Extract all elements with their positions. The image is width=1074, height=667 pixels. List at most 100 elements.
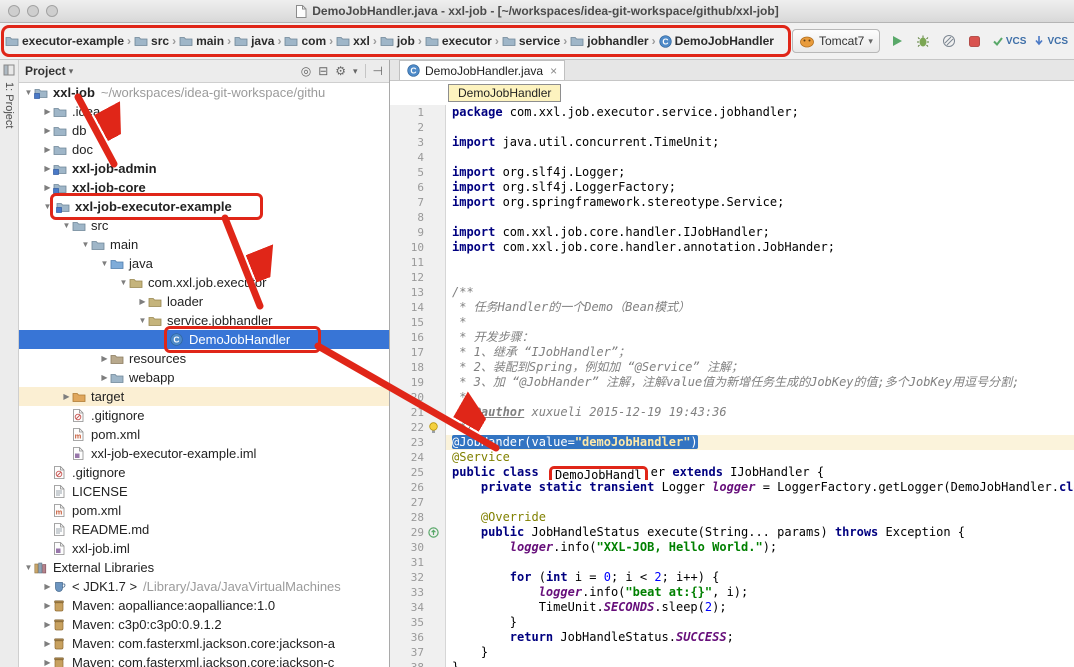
gutter-cell[interactable]: 37 [390,645,446,660]
code-line[interactable]: 12 [390,270,1074,285]
tree-item-pom-xml[interactable]: mpom.xml [19,425,389,444]
code-line[interactable]: 27 [390,495,1074,510]
gutter-cell[interactable]: 9 [390,225,446,240]
line-number[interactable]: 25 [390,465,424,480]
tree-item-maven-aopalliance-aopalliance-1-0[interactable]: ▶Maven: aopalliance:aopalliance:1.0 [19,596,389,615]
code-line[interactable]: 3import java.util.concurrent.TimeUnit; [390,135,1074,150]
gutter-cell[interactable]: 32 [390,570,446,585]
panel-title[interactable]: Project [25,64,66,78]
line-number[interactable]: 33 [390,585,424,600]
expand-arrow-icon[interactable]: ▶ [42,164,53,173]
code-line[interactable]: 7import org.springframework.stereotype.S… [390,195,1074,210]
tree-item-readme-md[interactable]: README.md [19,520,389,539]
breadcrumb-item-executor-example[interactable]: executor-example [5,34,124,48]
line-number[interactable]: 15 [390,315,424,330]
code-line[interactable]: 20 * [390,390,1074,405]
stop-button[interactable] [965,31,985,51]
collapse-arrow-icon[interactable]: ▼ [137,316,148,325]
expand-arrow-icon[interactable]: ▶ [42,658,53,667]
breadcrumb-item-demojobhandler[interactable]: CDemoJobHandler [659,34,774,48]
collapse-all-icon[interactable]: ⊟ [318,64,328,78]
line-number[interactable]: 3 [390,135,424,150]
tree-item-java[interactable]: ▼java [19,254,389,273]
line-number[interactable]: 23 [390,435,424,450]
tree-item-xxl-job-executor-example[interactable]: ▼xxl-job-executor-example [19,197,389,216]
zoom-window-button[interactable] [46,5,58,17]
collapse-arrow-icon[interactable]: ▼ [61,221,72,230]
code-line[interactable]: 1package com.xxl.job.executor.service.jo… [390,105,1074,120]
tree-item-license[interactable]: LICENSE [19,482,389,501]
code-line[interactable]: 30 logger.info("XXL-JOB, Hello World."); [390,540,1074,555]
code-line[interactable]: 29 public JobHandleStatus execute(String… [390,525,1074,540]
chevron-down-icon[interactable]: ▾ [69,66,74,77]
expand-arrow-icon[interactable]: ▶ [42,620,53,629]
gutter-cell[interactable]: 24 [390,450,446,465]
tree-item-maven-c3p0-c3p0-0-9-1-2[interactable]: ▶Maven: c3p0:c3p0:0.9.1.2 [19,615,389,634]
gutter-cell[interactable]: 11 [390,255,446,270]
line-number[interactable]: 14 [390,300,424,315]
tree-item-target[interactable]: ▶target [19,387,389,406]
code-line[interactable]: 22 */ [390,420,1074,435]
code-line[interactable]: 18 * 2、装配到Spring，例如加 “@Service” 注解； [390,360,1074,375]
breadcrumb-item-java[interactable]: java [234,34,274,48]
minimize-window-button[interactable] [27,5,39,17]
gutter-cell[interactable]: 13 [390,285,446,300]
tree-item-pom-xml[interactable]: mpom.xml [19,501,389,520]
project-stripe-button[interactable]: 1: Project [3,82,15,128]
gutter-cell[interactable]: 38 [390,660,446,667]
locate-icon[interactable]: ◎ [301,64,311,78]
code-area[interactable]: 1package com.xxl.job.executor.service.jo… [390,105,1074,667]
code-line[interactable]: 21 * @author xuxueli 2015-12-19 19:43:36 [390,405,1074,420]
line-number[interactable]: 1 [390,105,424,120]
tree-item-webapp[interactable]: ▶webapp [19,368,389,387]
line-number[interactable]: 26 [390,480,424,495]
line-number[interactable]: 31 [390,555,424,570]
tree-item-gitignore[interactable]: .gitignore [19,463,389,482]
gutter-cell[interactable]: 20 [390,390,446,405]
line-number[interactable]: 37 [390,645,424,660]
tree-item-loader[interactable]: ▶loader [19,292,389,311]
gutter-cell[interactable]: 18 [390,360,446,375]
line-number[interactable]: 6 [390,180,424,195]
gutter-cell[interactable]: 36 [390,630,446,645]
code-line[interactable]: 5import org.slf4j.Logger; [390,165,1074,180]
gutter-cell[interactable]: 5 [390,165,446,180]
line-number[interactable]: 19 [390,375,424,390]
close-icon[interactable]: × [550,64,557,78]
expand-arrow-icon[interactable]: ▶ [61,392,72,401]
line-number[interactable]: 20 [390,390,424,405]
gutter-cell[interactable]: 28 [390,510,446,525]
line-number[interactable]: 10 [390,240,424,255]
line-number[interactable]: 7 [390,195,424,210]
expand-arrow-icon[interactable]: ▶ [42,183,53,192]
tree-item-com-xxl-job-executor[interactable]: ▼com.xxl.job.executor [19,273,389,292]
code-line[interactable]: 35 } [390,615,1074,630]
code-line[interactable]: 34 TimeUnit.SECONDS.sleep(2); [390,600,1074,615]
code-line[interactable]: 23@JobHander(value="demoJobHandler") [390,435,1074,450]
code-line[interactable]: 37 } [390,645,1074,660]
line-number[interactable]: 9 [390,225,424,240]
close-window-button[interactable] [8,5,20,17]
code-line[interactable]: 14 * 任务Handler的一个Demo（Bean模式） [390,300,1074,315]
gutter-cell[interactable]: 4 [390,150,446,165]
line-number[interactable]: 18 [390,360,424,375]
code-line[interactable]: 16 * 开发步骤： [390,330,1074,345]
gutter-cell[interactable]: 29 [390,525,446,540]
gutter-cell[interactable]: 2 [390,120,446,135]
expand-arrow-icon[interactable]: ▶ [42,582,53,591]
editor-breadcrumb-chip[interactable]: DemoJobHandler [448,84,561,102]
vcs-commit-button[interactable]: VCS [992,35,1027,47]
collapse-arrow-icon[interactable]: ▼ [23,563,34,572]
collapse-arrow-icon[interactable]: ▼ [23,88,34,97]
code-line[interactable]: 36 return JobHandleStatus.SUCCESS; [390,630,1074,645]
tree-item-xxl-job-iml[interactable]: xxl-job.iml [19,539,389,558]
code-line[interactable]: 11 [390,255,1074,270]
gutter-cell[interactable]: 3 [390,135,446,150]
tree-item-demojobhandler[interactable]: CDemoJobHandler [19,330,389,349]
breadcrumb-item-job[interactable]: job [380,34,415,48]
gutter-cell[interactable]: 6 [390,180,446,195]
gutter-cell[interactable]: 15 [390,315,446,330]
code-line[interactable]: 10import com.xxl.job.core.handler.annota… [390,240,1074,255]
gutter-cell[interactable]: 19 [390,375,446,390]
gutter-cell[interactable]: 34 [390,600,446,615]
